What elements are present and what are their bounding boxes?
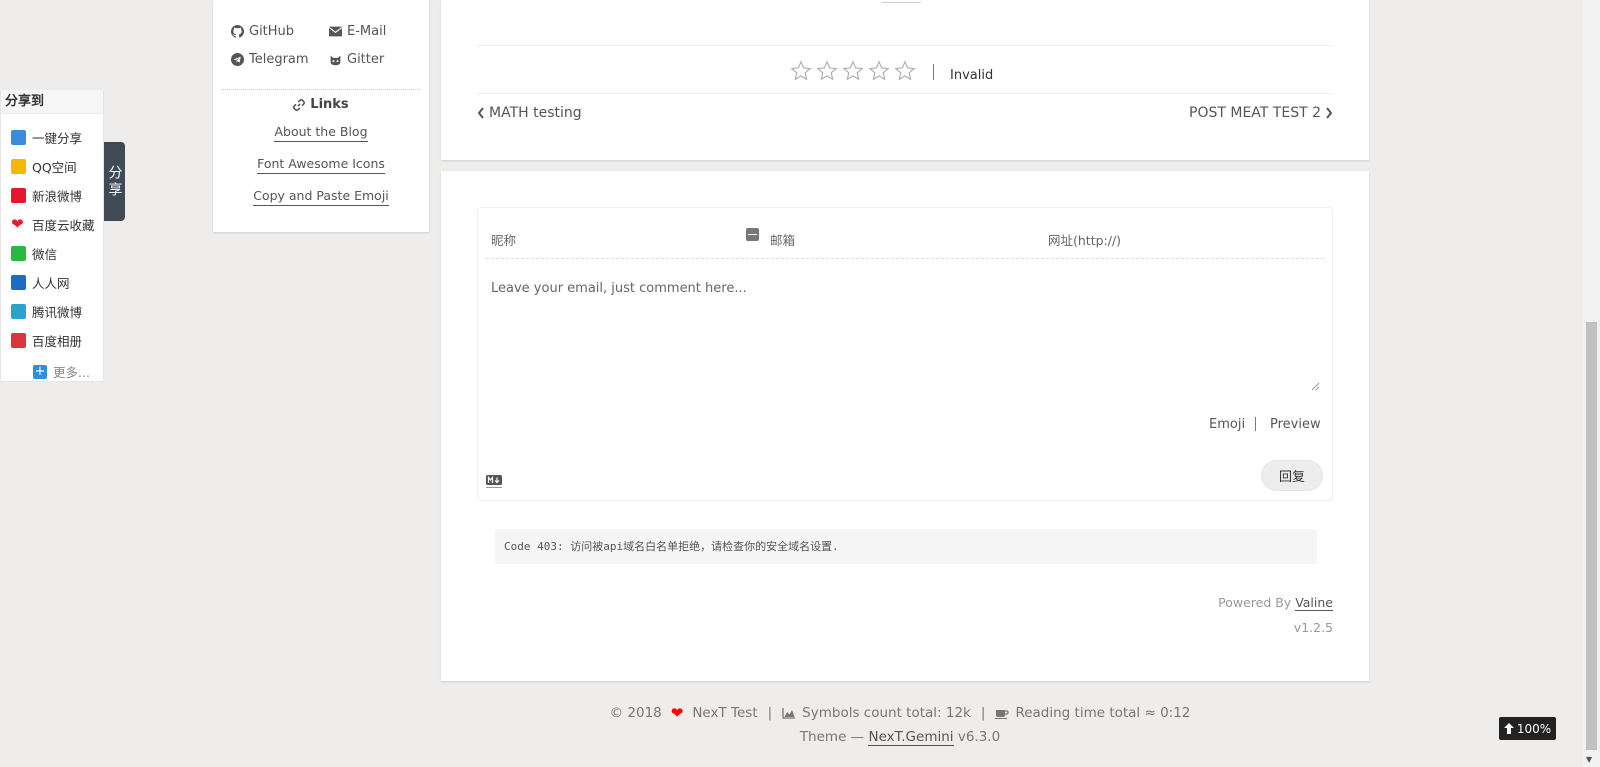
gitter-link[interactable]: Gitter xyxy=(329,52,384,67)
github-icon xyxy=(231,25,244,38)
valine-version: v1.2.5 xyxy=(1293,620,1333,635)
separator: | xyxy=(980,705,986,721)
heart-icon: ❤ xyxy=(670,704,684,722)
next-post-link[interactable]: POST MEAT TEST 2 xyxy=(1170,105,1333,121)
area-chart-icon xyxy=(782,708,796,719)
link-emoji[interactable]: Copy and Paste Emoji xyxy=(213,188,429,206)
qzone-icon xyxy=(11,159,26,174)
github-label: GitHub xyxy=(249,24,295,39)
link-about-blog[interactable]: About the Blog xyxy=(213,124,429,142)
divider xyxy=(477,93,1333,94)
emoji-button[interactable]: Emoji xyxy=(1209,417,1245,432)
tencent-weibo-icon xyxy=(11,304,26,319)
coffee-icon xyxy=(995,710,1010,719)
wechat-icon xyxy=(11,246,26,261)
divider xyxy=(222,89,420,90)
footer-line: © 2018 ❤ NexT Test | Symbols count total… xyxy=(430,704,1370,722)
gitter-label: Gitter xyxy=(347,52,385,67)
valine-link[interactable]: Valine xyxy=(1295,595,1333,611)
star-icon[interactable] xyxy=(842,60,864,82)
error-message: Code 403: 访问被api域名白名单拒绝，请检查你的安全域名设置. xyxy=(495,529,1317,564)
separator: | xyxy=(767,705,773,721)
link-font-awesome[interactable]: Font Awesome Icons xyxy=(213,156,429,174)
share-more[interactable]: + 更多... xyxy=(33,362,90,381)
divider xyxy=(477,45,1333,46)
share-item-qzone[interactable]: QQ空间 xyxy=(11,157,77,176)
copyright: © 2018 xyxy=(609,705,662,721)
email-link[interactable]: E-Mail xyxy=(329,24,386,39)
powered-by: Powered By Valine xyxy=(1218,595,1333,611)
site-name: NexT Test xyxy=(692,705,758,721)
share-item-one-click[interactable]: 一键分享 xyxy=(11,128,82,147)
star-icon[interactable] xyxy=(790,60,812,82)
email-label: E-Mail xyxy=(347,24,387,39)
star-icon[interactable] xyxy=(816,60,838,82)
prev-post-link[interactable]: MATH testing xyxy=(477,105,582,121)
divider xyxy=(486,258,1324,259)
comment-textarea[interactable]: Leave your email, just comment here... xyxy=(491,281,747,296)
comment-box xyxy=(477,207,1333,501)
url-input[interactable]: 网址(http://) xyxy=(1048,230,1121,249)
gitter-icon xyxy=(330,55,341,66)
share-item-tencent-weibo[interactable]: 腾讯微博 xyxy=(11,302,82,321)
one-click-share-icon xyxy=(11,130,26,145)
share-tab[interactable]: 分享 xyxy=(104,142,125,221)
reply-button[interactable]: 回复 xyxy=(1261,460,1323,491)
share-title: 分享到 xyxy=(1,90,103,114)
scrollbar-thumb[interactable] xyxy=(1586,322,1597,750)
share-item-weibo[interactable]: 新浪微博 xyxy=(11,186,82,205)
separator xyxy=(933,64,934,80)
envelope-icon xyxy=(329,26,342,37)
telegram-link[interactable]: Telegram xyxy=(231,52,309,67)
reading-time: Reading time total ≈ 0:12 xyxy=(1015,705,1191,721)
resize-handle-icon[interactable] xyxy=(1310,381,1320,391)
star-icon[interactable] xyxy=(868,60,890,82)
symbols-count: Symbols count total: 12k xyxy=(802,705,971,721)
share-item-baidu-album[interactable]: 百度相册 xyxy=(11,331,82,350)
markdown-icon[interactable] xyxy=(486,472,502,488)
telegram-label: Telegram xyxy=(249,52,309,67)
scroll-down-arrow-icon[interactable]: ▼ xyxy=(1586,755,1592,764)
email-input[interactable]: 邮箱 xyxy=(770,230,795,249)
theme-link[interactable]: NexT.Gemini xyxy=(868,729,954,746)
preview-button[interactable]: Preview xyxy=(1270,417,1321,432)
separator xyxy=(1255,417,1256,431)
plus-icon: + xyxy=(33,363,47,379)
nick-input[interactable]: 昵称 xyxy=(491,230,516,249)
star-icon[interactable] xyxy=(894,60,916,82)
rating-status: Invalid xyxy=(950,68,994,83)
weibo-icon xyxy=(11,188,26,203)
renren-icon xyxy=(11,275,26,290)
github-link[interactable]: GitHub xyxy=(231,24,294,39)
links-title: Links xyxy=(213,97,429,112)
footer-theme: Theme — NexT.Gemini v6.3.0 xyxy=(799,729,1001,746)
chevron-left-icon xyxy=(477,107,484,119)
autofill-icon[interactable] xyxy=(746,228,759,241)
share-item-wechat[interactable]: 微信 xyxy=(11,244,57,263)
link-icon xyxy=(293,98,306,111)
arrow-up-icon xyxy=(1503,723,1514,734)
share-item-renren[interactable]: 人人网 xyxy=(11,273,70,292)
heart-icon: ❤ xyxy=(11,215,24,233)
chevron-right-icon xyxy=(1326,107,1333,119)
back-to-top-button[interactable]: 100% xyxy=(1499,717,1556,740)
baidu-album-icon xyxy=(11,333,26,348)
tag-underline xyxy=(882,2,921,3)
telegram-icon xyxy=(231,53,244,66)
share-item-baidu-cloud[interactable]: ❤ 百度云收藏 xyxy=(11,215,95,234)
star-rating[interactable] xyxy=(790,60,916,82)
